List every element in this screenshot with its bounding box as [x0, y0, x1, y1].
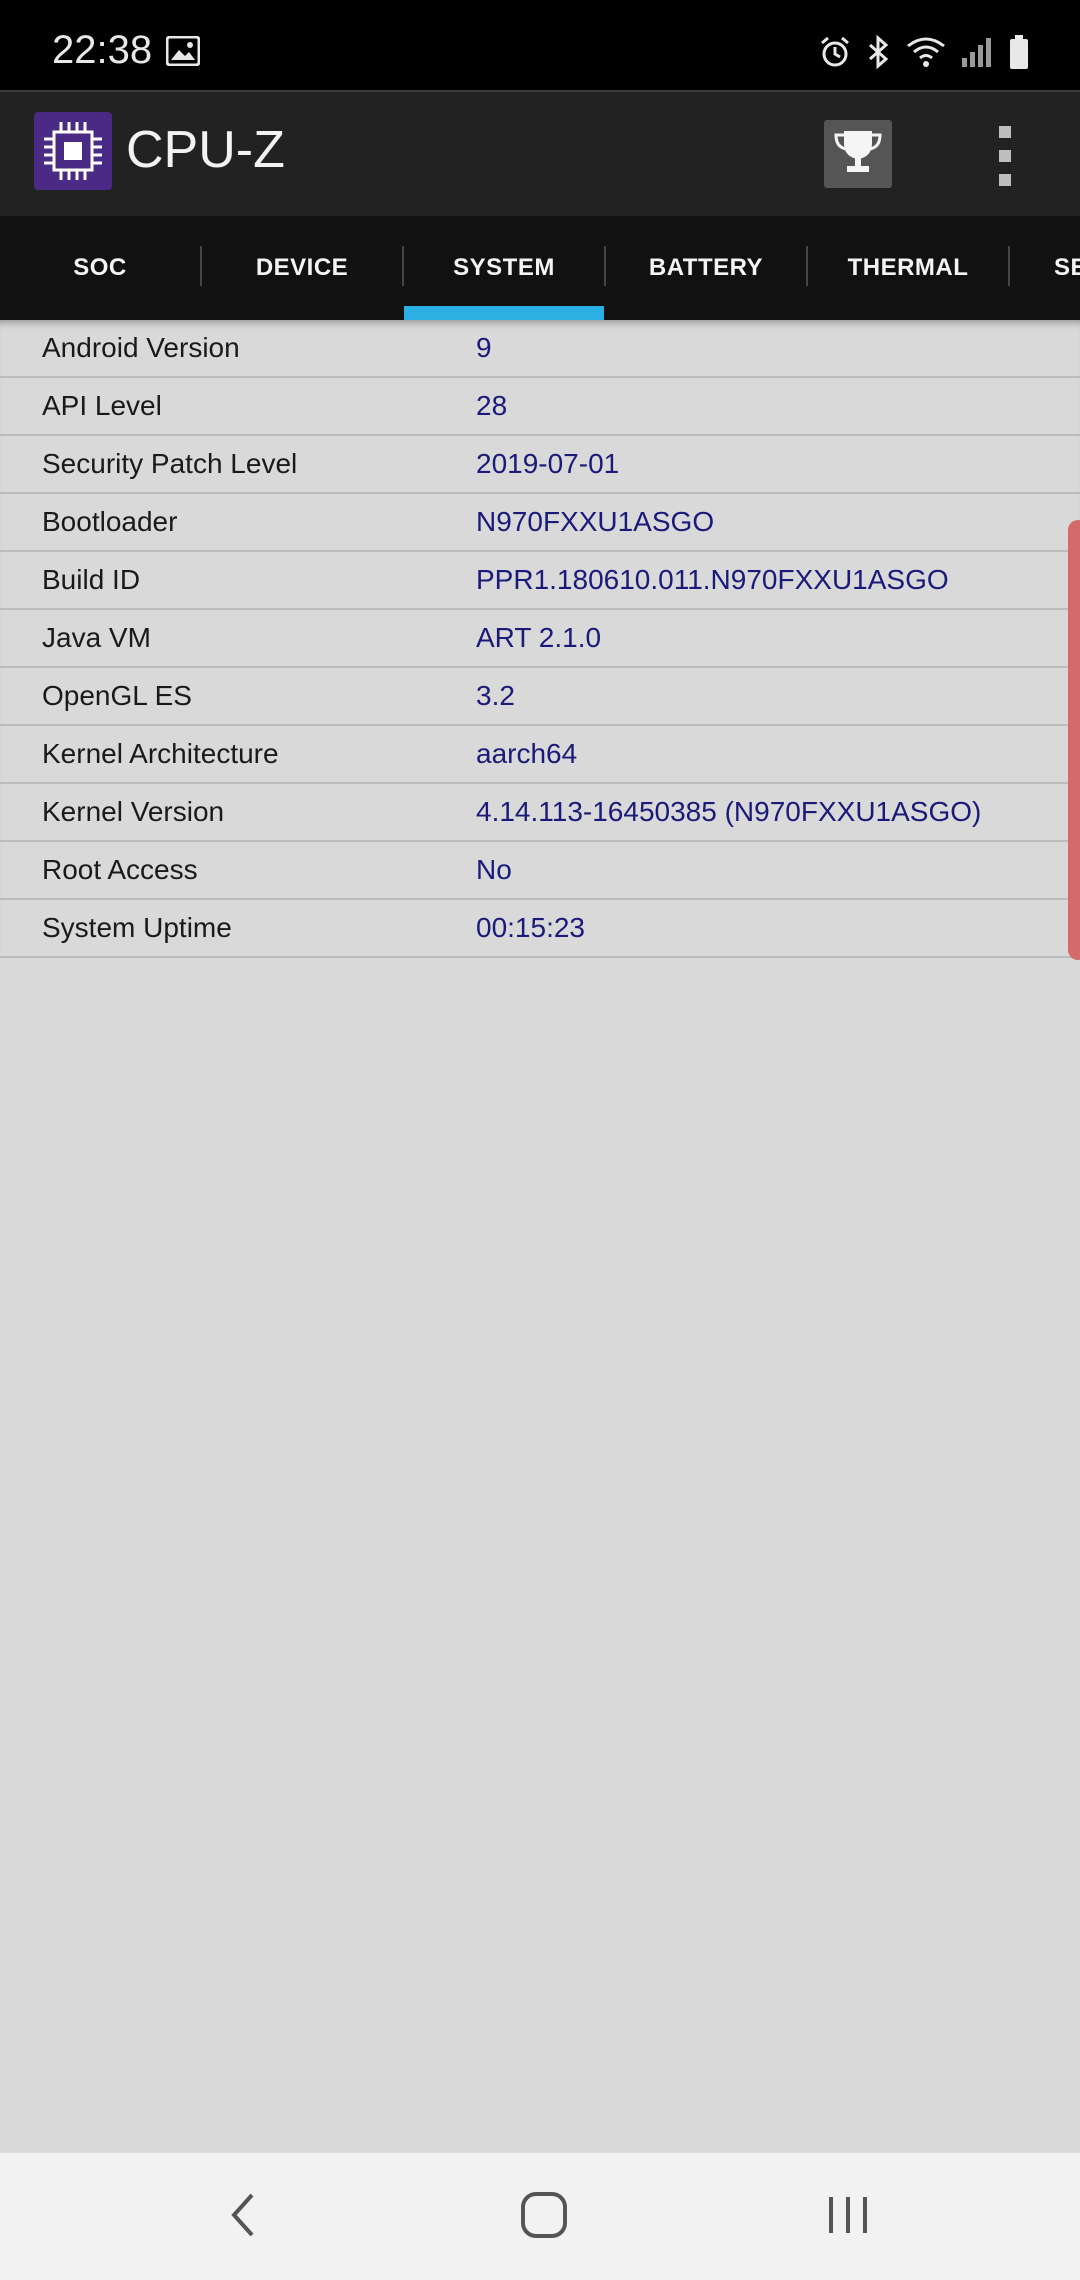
row-label: API Level [42, 390, 162, 421]
row-value: 4.14.113-16450385 (N970FXXU1ASGO) [476, 796, 982, 827]
row-label: Build ID [42, 564, 141, 595]
row-label: System Uptime [42, 912, 232, 943]
cpu-chip-icon [34, 112, 112, 190]
table-row: System Uptime 00:15:23 [0, 900, 1080, 958]
more-vert-icon [999, 126, 1011, 138]
table-row: OpenGL ES 3.2 [0, 668, 1080, 726]
row-label: Bootloader [42, 506, 178, 537]
more-options-button[interactable] [980, 126, 1030, 186]
tab-sensors[interactable]: SE [1010, 216, 1080, 320]
table-row: Android Version 9 [0, 320, 1080, 378]
table-row: Root Access No [0, 842, 1080, 900]
table-row: Security Patch Level 2019-07-01 [0, 436, 1080, 494]
status-icons [818, 34, 1030, 70]
app-title: CPU-Z [126, 121, 285, 179]
row-label: Root Access [42, 854, 198, 885]
tab-system[interactable]: SYSTEM [404, 216, 604, 320]
row-value: 9 [476, 332, 492, 363]
system-info-table: Android Version 9 API Level 28 Security … [0, 320, 1080, 958]
table-row: Bootloader N970FXXU1ASGO [0, 494, 1080, 552]
recents-icon [825, 2193, 871, 2242]
row-value: N970FXXU1ASGO [476, 506, 715, 537]
row-value: No [476, 854, 512, 885]
row-value: ART 2.1.0 [476, 622, 602, 653]
trophy-button[interactable] [824, 120, 892, 188]
gallery-icon [165, 35, 201, 71]
battery-icon [1008, 34, 1030, 70]
table-row: API Level 28 [0, 378, 1080, 436]
screen: 22:38 CPU-Z SOC DEVICE SYSTEM BATTERY TH… [0, 0, 1080, 2280]
recents-button[interactable] [818, 2187, 878, 2247]
home-button[interactable] [514, 2187, 574, 2247]
bluetooth-icon [866, 35, 892, 69]
tab-bar: SOC DEVICE SYSTEM BATTERY THERMAL SE [0, 216, 1080, 320]
tab-soc[interactable]: SOC [0, 216, 200, 320]
table-row: Build ID PPR1.180610.011.N970FXXU1ASGO [0, 552, 1080, 610]
row-value: 3.2 [476, 680, 515, 711]
back-icon [226, 2191, 262, 2244]
tab-thermal[interactable]: THERMAL [808, 216, 1008, 320]
row-label: Android Version [42, 332, 240, 363]
row-value: 2019-07-01 [476, 448, 620, 479]
row-label: Security Patch Level [42, 448, 298, 479]
tab-device[interactable]: DEVICE [202, 216, 402, 320]
status-bar: 22:38 [0, 0, 1080, 90]
wifi-icon [906, 36, 946, 68]
table-row: Kernel Version 4.14.113-16450385 (N970FX… [0, 784, 1080, 842]
signal-icon [960, 36, 994, 68]
app-bar: CPU-Z [0, 90, 1080, 218]
tab-battery[interactable]: BATTERY [606, 216, 806, 320]
row-label: Kernel Version [42, 796, 225, 827]
row-label: Kernel Architecture [42, 738, 279, 769]
navigation-bar [0, 2152, 1080, 2280]
row-value: 28 [476, 390, 508, 421]
status-time: 22:38 [52, 28, 153, 72]
back-button[interactable] [214, 2187, 274, 2247]
row-value: 00:15:23 [476, 912, 585, 943]
row-value: PPR1.180610.011.N970FXXU1ASGO [476, 564, 949, 595]
home-icon [519, 2190, 569, 2245]
active-tab-indicator [404, 306, 604, 320]
trophy-icon [834, 127, 882, 182]
table-row: Kernel Architecture aarch64 [0, 726, 1080, 784]
row-label: OpenGL ES [42, 680, 192, 711]
alarm-icon [818, 35, 852, 69]
row-value: aarch64 [476, 738, 578, 769]
scroll-indicator[interactable] [1068, 520, 1080, 960]
table-row: Java VM ART 2.1.0 [0, 610, 1080, 668]
row-label: Java VM [42, 622, 151, 653]
